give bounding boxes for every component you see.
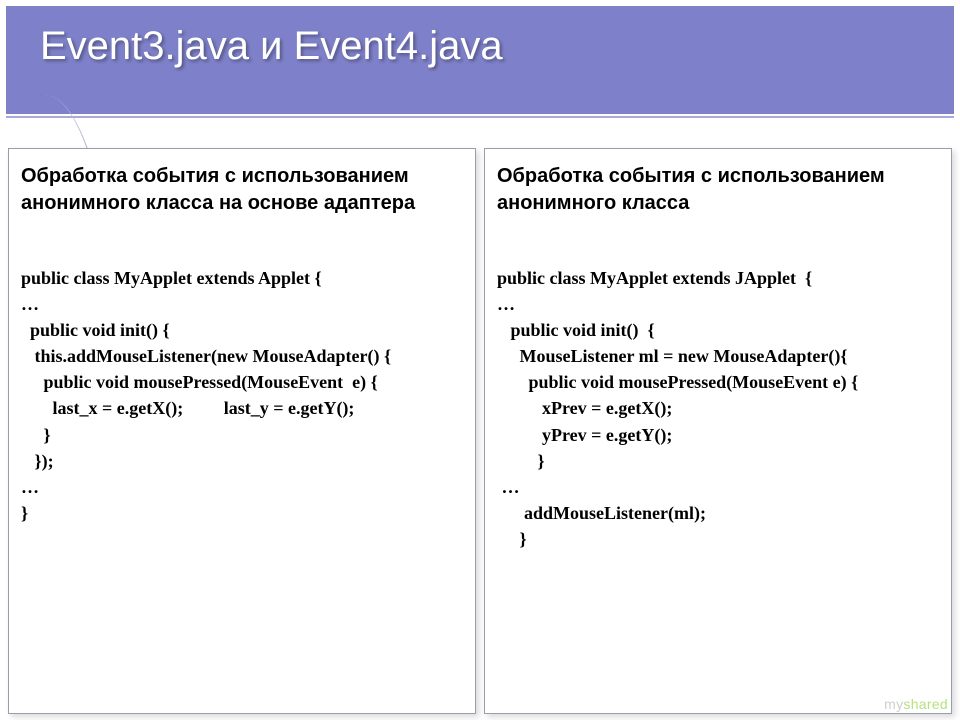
slide: Event3.java и Event4.java Обработка собы… (0, 0, 960, 720)
watermark-my: my (884, 696, 903, 712)
content-area: Обработка события с использованием анони… (6, 148, 954, 714)
header-divider (6, 114, 954, 118)
left-description: Обработка события с использованием анони… (21, 163, 463, 217)
slide-title: Event3.java и Event4.java (40, 24, 503, 69)
right-column: Обработка события с использованием анони… (484, 148, 952, 714)
right-code: public class MyApplet extends JApplet { … (497, 265, 939, 552)
left-column: Обработка события с использованием анони… (8, 148, 476, 714)
watermark-shared: shared (903, 696, 948, 712)
left-code: public class MyApplet extends Applet { …… (21, 265, 463, 526)
watermark: myshared (884, 696, 948, 712)
right-description: Обработка события с использованием анони… (497, 163, 939, 217)
